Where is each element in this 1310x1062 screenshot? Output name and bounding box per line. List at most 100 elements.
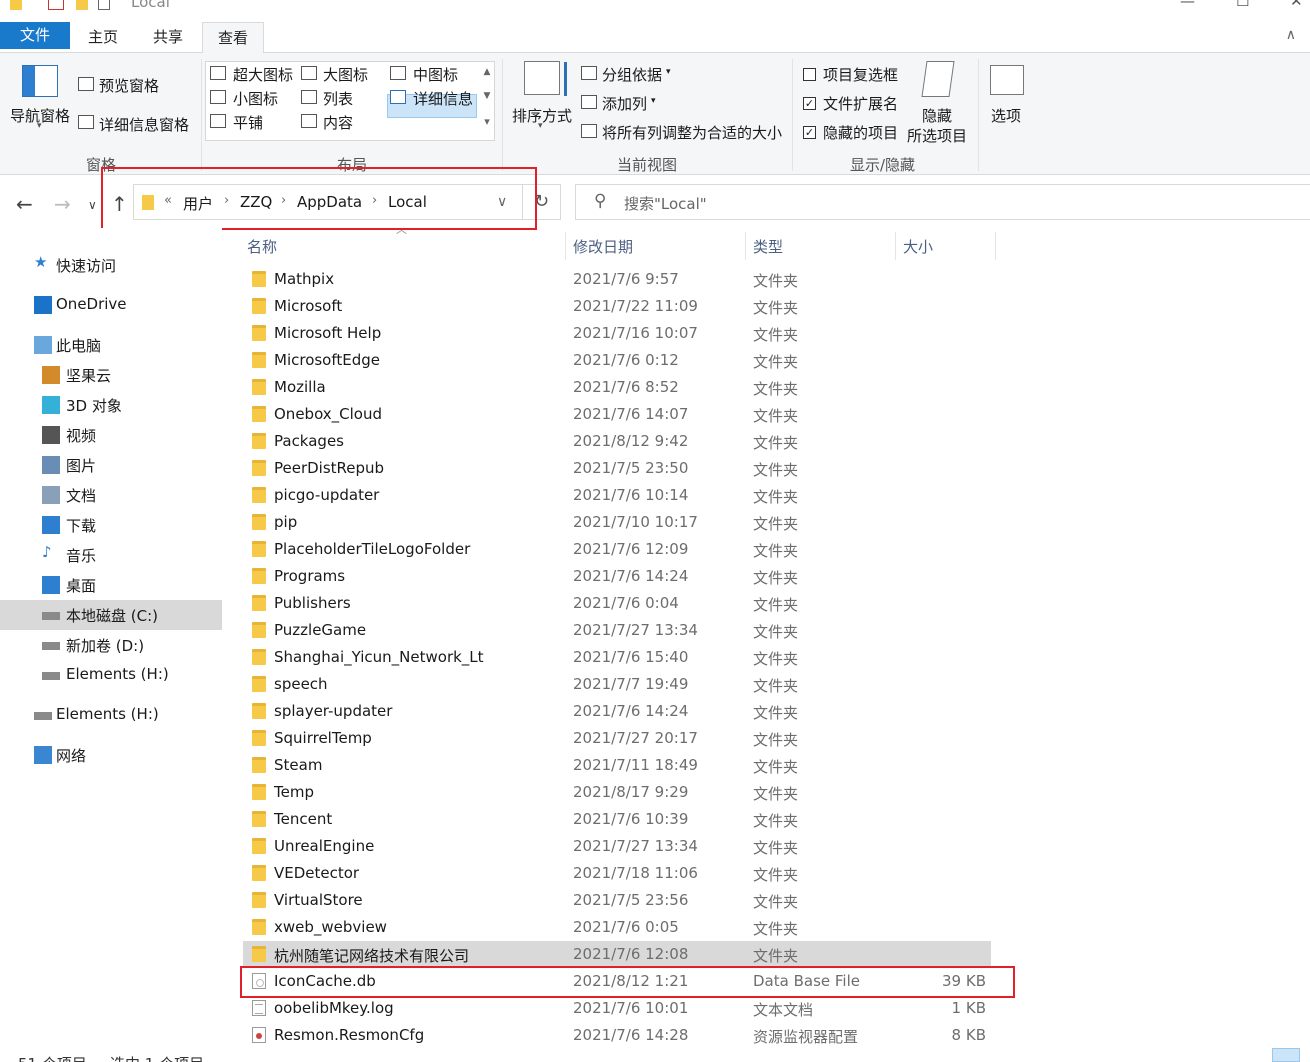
nav-item[interactable]: 下载	[0, 510, 222, 540]
folder-icon	[10, 0, 22, 10]
layout-details[interactable]: 详细信息	[413, 88, 473, 109]
file-row[interactable]: pip 2021/7/10 10:17 文件夹	[243, 509, 991, 536]
options-button[interactable]: 选项	[991, 105, 1021, 126]
nav-item[interactable]: Elements (H:)	[0, 660, 222, 690]
layout-list[interactable]: 列表	[323, 88, 353, 109]
file-type: 文件夹	[753, 353, 799, 371]
file-row[interactable]: speech 2021/7/7 19:49 文件夹	[243, 671, 991, 698]
file-row[interactable]: MicrosoftEdge 2021/7/6 0:12 文件夹	[243, 347, 991, 374]
file-row[interactable]: Temp 2021/8/17 9:29 文件夹	[243, 779, 991, 806]
file-row[interactable]: Steam 2021/7/11 18:49 文件夹	[243, 752, 991, 779]
nav-item[interactable]: 图片	[0, 450, 222, 480]
column-header-type[interactable]: 类型	[753, 236, 783, 257]
gallery-expand-icon[interactable]: ▾	[481, 115, 493, 128]
chevron-down-icon[interactable]: ▾	[37, 121, 42, 131]
add-column-button[interactable]: 添加列	[602, 93, 647, 114]
size-all-columns-button[interactable]: 将所有列调整为合适的大小	[602, 122, 782, 143]
file-row[interactable]: Publishers 2021/7/6 0:04 文件夹	[243, 590, 991, 617]
hidden-items-checkbox[interactable]: ✓	[803, 126, 816, 139]
new-folder-icon[interactable]	[76, 0, 88, 10]
nav-item[interactable]: ♪ 音乐	[0, 540, 222, 570]
hide-selected-button[interactable]: 隐藏	[922, 105, 952, 126]
hide-selected-button-line2[interactable]: 所选项目	[907, 125, 967, 146]
folder-icon	[252, 352, 266, 368]
nav-item[interactable]: OneDrive	[0, 290, 222, 320]
minimize-button[interactable]: —	[1180, 0, 1195, 10]
gallery-scroll-up-icon[interactable]: ▲	[481, 67, 493, 77]
nav-item[interactable]: 坚果云	[0, 360, 222, 390]
nav-item[interactable]: 文档	[0, 480, 222, 510]
file-row[interactable]: Tencent 2021/7/6 10:39 文件夹	[243, 806, 991, 833]
gallery-scroll-down-icon[interactable]: ▼	[481, 91, 493, 101]
file-row[interactable]: Shanghai_Yicun_Network_Lt 2021/7/6 15:40 文…	[243, 644, 991, 671]
file-row[interactable]: picgo-updater 2021/7/6 10:14 文件夹	[243, 482, 991, 509]
back-arrow-icon[interactable]: ←	[16, 192, 33, 216]
details-pane-button[interactable]: 详细信息窗格	[99, 114, 189, 135]
tab-view[interactable]: 查看	[202, 22, 264, 54]
file-row[interactable]: PuzzleGame 2021/7/27 13:34 文件夹	[243, 617, 991, 644]
file-row[interactable]: VirtualStore 2021/7/5 23:56 文件夹	[243, 887, 991, 914]
file-type: 文件夹	[753, 299, 799, 317]
collapse-ribbon-icon[interactable]: ∧	[1286, 27, 1296, 43]
file-row[interactable]: UnrealEngine 2021/7/27 13:34 文件夹	[243, 833, 991, 860]
nav-item[interactable]: Elements (H:)	[0, 700, 222, 730]
file-row[interactable]: SquirrelTemp 2021/7/27 20:17 文件夹	[243, 725, 991, 752]
chevron-down-icon[interactable]: ▾	[666, 67, 671, 77]
layout-medium-icons[interactable]: 中图标	[413, 64, 458, 85]
nav-item[interactable]: 此电脑	[0, 330, 222, 360]
file-row[interactable]: Microsoft 2021/7/22 11:09 文件夹	[243, 293, 991, 320]
quick-access-dropdown-icon[interactable]	[98, 0, 110, 10]
search-box[interactable]: ⚲ 搜索"Local"	[575, 184, 1310, 220]
nav-item[interactable]: 桌面	[0, 570, 222, 600]
item-checkboxes-checkbox[interactable]	[803, 68, 816, 81]
chevron-down-icon[interactable]: ▾	[538, 121, 543, 131]
file-row[interactable]: Resmon.ResmonCfg 2021/7/6 14:28 资源监视器配置 8 K…	[243, 1022, 991, 1049]
nav-item[interactable]: 视频	[0, 420, 222, 450]
file-row[interactable]: xweb_webview 2021/7/6 0:05 文件夹	[243, 914, 991, 941]
column-divider[interactable]	[565, 232, 566, 260]
column-header-size[interactable]: 大小	[903, 236, 933, 257]
file-row[interactable]: Mozilla 2021/7/6 8:52 文件夹	[243, 374, 991, 401]
column-divider[interactable]	[745, 232, 746, 260]
tab-share[interactable]: 共享	[136, 22, 200, 53]
nav-item[interactable]: 新加卷 (D:)	[0, 630, 222, 660]
close-button[interactable]: ✕	[1290, 0, 1303, 10]
forward-arrow-icon[interactable]: →	[54, 192, 71, 216]
file-row[interactable]: splayer-updater 2021/7/6 14:24 文件夹	[243, 698, 991, 725]
tab-file[interactable]: 文件	[0, 22, 70, 49]
column-divider[interactable]	[995, 232, 996, 260]
chevron-down-icon[interactable]: ▾	[651, 96, 656, 106]
layout-small-icons[interactable]: 小图标	[233, 88, 278, 109]
layout-tiles[interactable]: 平铺	[233, 112, 263, 133]
layout-large-icons[interactable]: 大图标	[323, 64, 368, 85]
recent-locations-chevron-icon[interactable]: ∨	[88, 198, 97, 212]
file-extensions-checkbox[interactable]: ✓	[803, 97, 816, 110]
nav-item[interactable]: ★ 快速访问	[0, 250, 222, 280]
file-type: 文件夹	[753, 272, 799, 290]
nav-item[interactable]: 网络	[0, 740, 222, 770]
file-row[interactable]: Microsoft Help 2021/7/16 10:07 文件夹	[243, 320, 991, 347]
tab-home[interactable]: 主页	[72, 22, 134, 53]
properties-icon[interactable]	[48, 0, 64, 10]
layout-content[interactable]: 内容	[323, 112, 353, 133]
file-row[interactable]: Mathpix 2021/7/6 9:57 文件夹	[243, 266, 991, 293]
layout-extra-large-icons[interactable]: 超大图标	[233, 64, 293, 85]
preview-pane-button[interactable]: 预览窗格	[99, 75, 159, 96]
file-row[interactable]: VEDetector 2021/7/18 11:06 文件夹	[243, 860, 991, 887]
maximize-button[interactable]: ☐	[1236, 0, 1249, 10]
file-row[interactable]: PlaceholderTileLogoFolder 2021/7/6 12:09 文…	[243, 536, 991, 563]
file-row[interactable]: PeerDistRepub 2021/7/5 23:50 文件夹	[243, 455, 991, 482]
file-row[interactable]: Onebox_Cloud 2021/7/6 14:07 文件夹	[243, 401, 991, 428]
column-divider[interactable]	[895, 232, 896, 260]
file-row[interactable]: Packages 2021/8/12 9:42 文件夹	[243, 428, 991, 455]
details-view-button[interactable]	[1272, 1048, 1300, 1062]
file-row[interactable]: 杭州随笔记网络技术有限公司 2021/7/6 12:08 文件夹	[243, 941, 991, 968]
file-row[interactable]: Programs 2021/7/6 14:24 文件夹	[243, 563, 991, 590]
column-header-name[interactable]: 名称	[247, 236, 277, 257]
nav-item[interactable]: 3D 对象	[0, 390, 222, 420]
nav-item[interactable]: 本地磁盘 (C:)	[0, 600, 222, 630]
file-row[interactable]: oobelibMkey.log 2021/7/6 10:01 文本文档 1 KB	[243, 995, 991, 1022]
picture-icon	[42, 456, 60, 474]
column-header-date[interactable]: 修改日期	[573, 236, 633, 257]
group-by-button[interactable]: 分组依据	[602, 64, 662, 85]
